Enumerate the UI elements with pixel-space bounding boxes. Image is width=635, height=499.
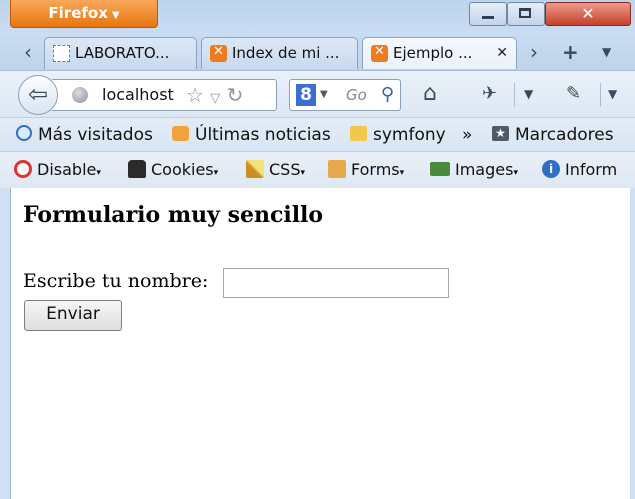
tab-close-icon[interactable]: ✕ [496, 38, 508, 68]
firefox-menu-button[interactable]: Firefox ▼ [10, 0, 158, 28]
webdev-images[interactable]: Images▾ [430, 152, 518, 191]
chevron-down-icon[interactable]: ▼ [524, 81, 533, 107]
web-developer-toolbar: Disable▾ Cookies▾ CSS▾ Forms▾ Images▾ iI… [0, 151, 635, 188]
eyedropper-icon[interactable]: ✎ [566, 81, 581, 107]
home-icon[interactable]: ⌂ [423, 81, 437, 107]
css-wand-icon [246, 159, 264, 178]
divider [514, 83, 515, 107]
bookmark-star-icon[interactable]: ☆ [186, 83, 204, 107]
back-button[interactable]: ⇦ [18, 75, 58, 115]
tab-scroll-left-icon[interactable]: ‹ [24, 39, 32, 65]
arrow-left-icon: ⇦ [27, 80, 49, 108]
tab-index[interactable]: Index de mi ... [201, 37, 358, 69]
rss-icon [172, 125, 189, 141]
page-heading: Formulario muy sencillo [23, 202, 324, 228]
bookmark-label: Marcadores [515, 125, 614, 145]
satellite-icon[interactable]: ✈ [482, 81, 497, 107]
page-content: Formulario muy sencillo Escribe tu nombr… [10, 188, 630, 499]
browser-window: Firefox▼ ✕ ‹ LABORATO... Index de mi ...… [0, 0, 635, 499]
url-text: localhost [102, 85, 174, 104]
search-icon[interactable]: ⚲ [381, 80, 394, 110]
tab-bar: ‹ LABORATO... Index de mi ... Ejemplo ..… [0, 33, 635, 70]
bookmark-symfony[interactable]: symfony [350, 118, 446, 152]
bookmarks-toolbar: Más visitados Últimas noticias symfony »… [0, 117, 635, 152]
bookmark-most-visited[interactable]: Más visitados [16, 118, 153, 152]
webdev-disable[interactable]: Disable▾ [14, 152, 101, 191]
clipboard-icon [328, 159, 346, 178]
info-icon: i [542, 159, 560, 178]
webdev-label: Forms [351, 160, 400, 179]
maximize-button[interactable] [507, 2, 545, 26]
webdev-label: Cookies [151, 160, 214, 179]
tab-label: LABORATO... [75, 44, 170, 62]
folder-icon [350, 125, 367, 141]
reload-icon[interactable]: ↻ [227, 83, 244, 107]
bookmark-label: Últimas noticias [195, 125, 331, 145]
new-tab-icon[interactable]: + [562, 39, 579, 65]
webdev-label: Images [455, 160, 514, 179]
webdev-label: Inform [565, 160, 618, 179]
submit-button[interactable]: Enviar [24, 300, 122, 331]
xampp-icon [371, 38, 388, 67]
minimize-icon [482, 16, 494, 19]
bookmarks-overflow-icon[interactable]: » [462, 118, 472, 152]
search-box[interactable]: 8 ▼ Go ⚲ [289, 79, 401, 111]
webdev-forms[interactable]: Forms▾ [328, 152, 404, 191]
page-icon [53, 45, 70, 62]
divider [600, 83, 601, 107]
tab-scroll-right-icon[interactable]: › [530, 39, 538, 65]
bookmark-latest-news[interactable]: Últimas noticias [172, 118, 331, 152]
search-placeholder: Go [346, 86, 367, 104]
bookmark-label: symfony [373, 125, 446, 145]
chevron-down-icon: ▾ [300, 168, 306, 178]
webdev-cookies[interactable]: Cookies▾ [128, 152, 218, 191]
webdev-label: Disable [37, 160, 97, 179]
disable-icon [14, 159, 32, 178]
name-input[interactable] [223, 268, 449, 298]
bookmark-label: Más visitados [38, 125, 153, 145]
minimize-button[interactable] [469, 2, 507, 26]
url-bar[interactable]: localhost ☆ ▽ ↻ [52, 79, 277, 111]
search-engine-dropdown-icon[interactable]: ▼ [320, 80, 328, 110]
tab-list-icon[interactable]: ▼ [602, 39, 611, 65]
chevron-down-icon[interactable]: ▼ [608, 81, 617, 107]
google-icon[interactable]: 8 [296, 84, 316, 106]
chevron-down-icon: ▼ [111, 10, 120, 21]
tab-label: Ejemplo ... [393, 44, 473, 62]
tab-laboratorio[interactable]: LABORATO... [44, 37, 197, 69]
webdev-information[interactable]: i Inform [542, 152, 617, 188]
chevron-down-icon: ▾ [96, 168, 101, 178]
tab-ejemplo[interactable]: Ejemplo ... ✕ [362, 37, 517, 69]
cookies-icon [128, 159, 146, 178]
close-icon: ✕ [581, 4, 595, 23]
chevron-down-icon: ▾ [213, 168, 219, 178]
bookmarks-menu[interactable]: ★ Marcadores [492, 118, 614, 152]
close-window-button[interactable]: ✕ [545, 2, 631, 26]
title-bar: Firefox ▼ ✕ [0, 0, 635, 33]
tab-label: Index de mi ... [232, 44, 340, 62]
search-icon [16, 125, 32, 141]
xampp-icon [210, 38, 227, 67]
firefox-menu-label: Firefox [48, 4, 108, 22]
maximize-icon [519, 8, 531, 18]
chevron-down-icon: ▾ [513, 168, 518, 178]
chevron-down-icon: ▾ [399, 168, 405, 178]
star-icon: ★ [492, 125, 509, 141]
name-label: Escribe tu nombre: [23, 270, 209, 292]
navigation-bar: localhost ☆ ▽ ↻ ⇦ 8 ▼ Go ⚲ ⌂ ✈ ▼ ✎ ▼ [0, 70, 635, 118]
webdev-css[interactable]: CSS▾ [246, 152, 305, 191]
webdev-label: CSS [269, 160, 301, 179]
history-dropdown-icon[interactable]: ▽ [210, 91, 220, 106]
globe-icon [72, 87, 88, 103]
image-icon [430, 161, 450, 176]
